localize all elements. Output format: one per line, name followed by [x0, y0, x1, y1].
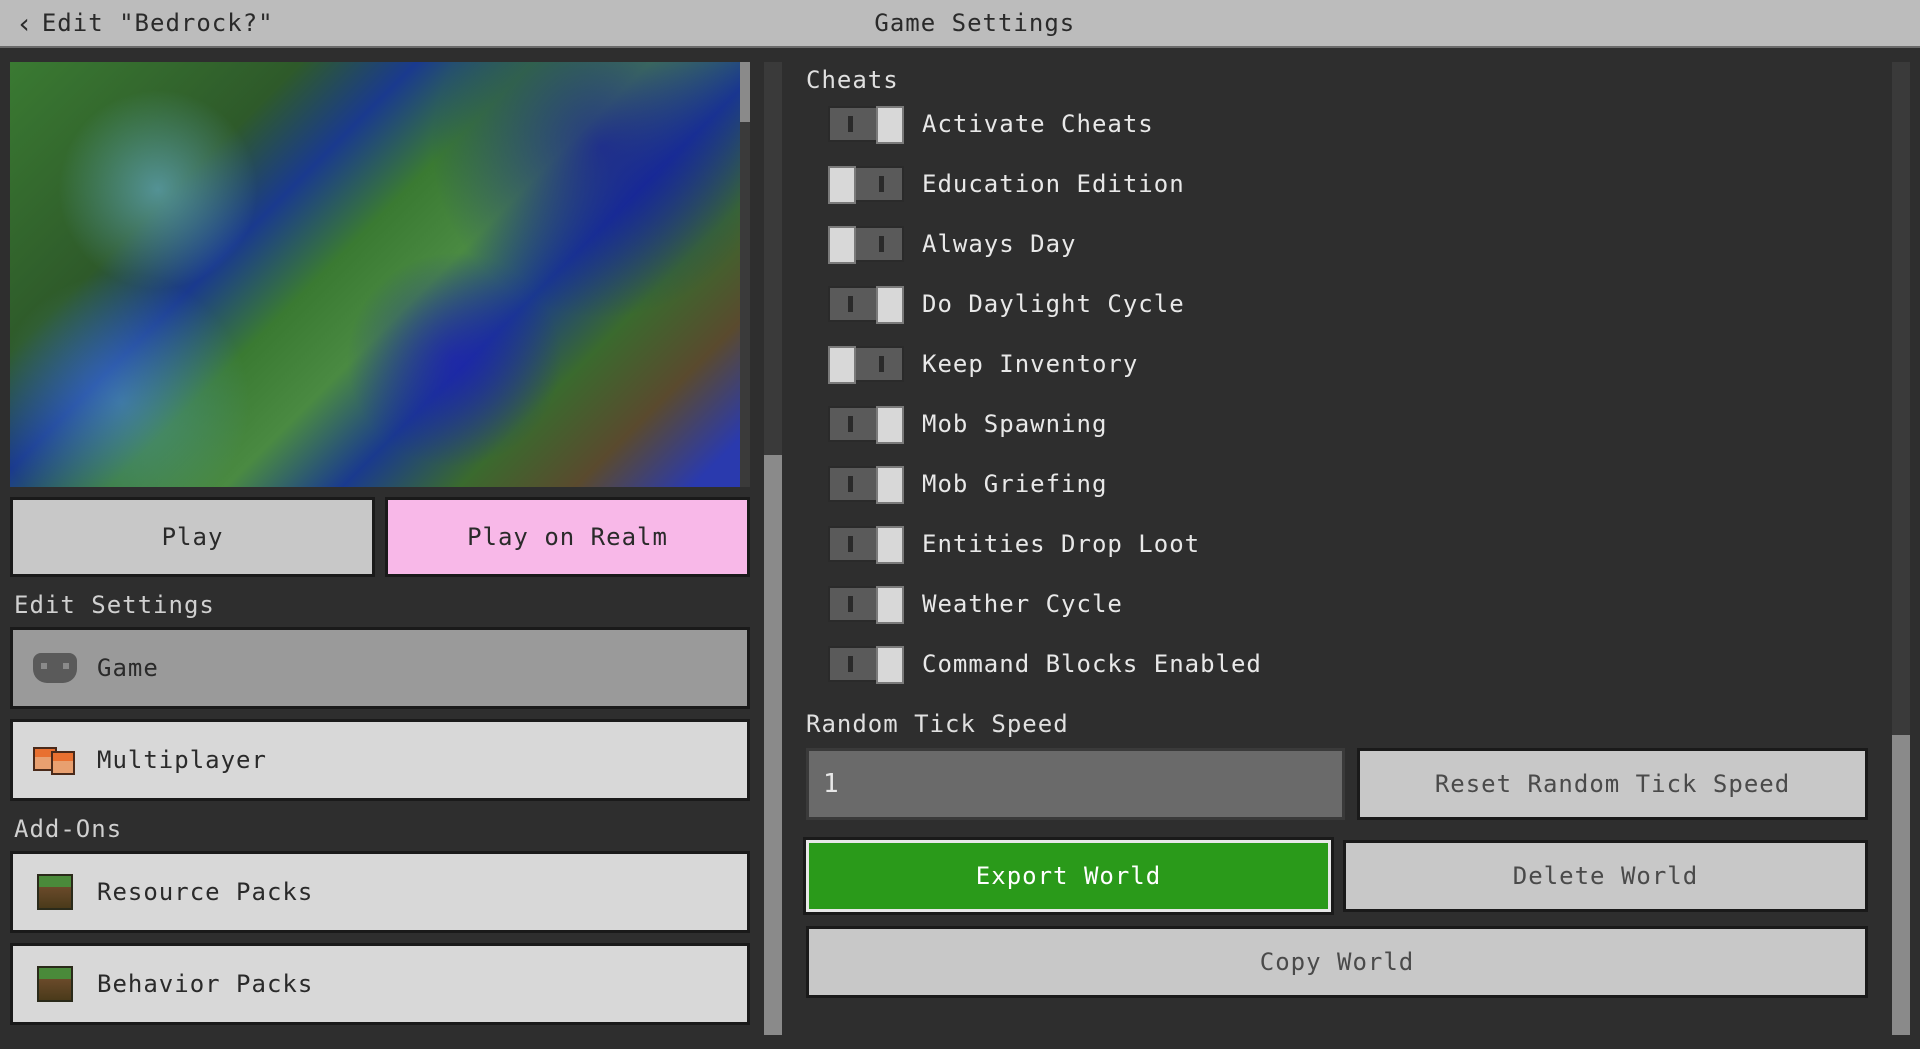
sidebar-item-resource-packs[interactable]: Resource Packs — [10, 851, 750, 933]
export-world-button[interactable]: Export World — [806, 840, 1331, 912]
play-row: Play Play on Realm — [10, 487, 750, 587]
toggle-label-keep_inventory: Keep Inventory — [922, 350, 1138, 378]
play-button[interactable]: Play — [10, 497, 375, 577]
toggle-weather_cycle[interactable] — [828, 586, 904, 622]
toggle-always_day[interactable] — [828, 226, 904, 262]
page-title: Game Settings — [290, 9, 1660, 37]
toggle-label-weather_cycle: Weather Cycle — [922, 590, 1123, 618]
sidebar-item-behavior-packs[interactable]: Behavior Packs — [10, 943, 750, 1025]
toggle-label-entities_drop_loot: Entities Drop Loot — [922, 530, 1200, 558]
toggle-mob_spawning[interactable] — [828, 406, 904, 442]
toggle-row-mob_griefing: Mob Griefing — [806, 466, 1868, 502]
sidebar-item-multiplayer[interactable]: Multiplayer — [10, 719, 750, 801]
toggle-label-education_edition: Education Edition — [922, 170, 1185, 198]
main-area: Play Play on Realm Edit Settings Game Mu… — [0, 48, 1920, 1049]
cheats-heading: Cheats — [806, 66, 1868, 94]
preview-scrollbar[interactable] — [740, 62, 750, 487]
toggle-row-always_day: Always Day — [806, 226, 1868, 262]
back-label: Edit "Bedrock?" — [42, 9, 274, 37]
sidebar-scrollbar[interactable] — [764, 62, 782, 1035]
toggle-row-keep_inventory: Keep Inventory — [806, 346, 1868, 382]
toggle-keep_inventory[interactable] — [828, 346, 904, 382]
toggles-list: Activate Cheats Education Edition Always D… — [806, 106, 1868, 706]
toggle-row-daylight_cycle: Do Daylight Cycle — [806, 286, 1868, 322]
play-on-realm-button[interactable]: Play on Realm — [385, 497, 750, 577]
toggle-row-weather_cycle: Weather Cycle — [806, 586, 1868, 622]
toggle-row-activate_cheats: Activate Cheats — [806, 106, 1868, 142]
random-tick-input[interactable]: 1 — [806, 748, 1345, 820]
controller-icon — [33, 649, 77, 687]
toggle-label-mob_spawning: Mob Spawning — [922, 410, 1107, 438]
toggle-education_edition[interactable] — [828, 166, 904, 202]
addons-label: Add-Ons — [10, 811, 750, 851]
toggle-command_blocks[interactable] — [828, 646, 904, 682]
toggle-row-command_blocks: Command Blocks Enabled — [806, 646, 1868, 682]
reset-random-tick-button[interactable]: Reset Random Tick Speed — [1357, 748, 1868, 820]
sidebar-item-game[interactable]: Game — [10, 627, 750, 709]
settings-content: Cheats Activate CheatsEducation EditionA… — [796, 62, 1878, 1035]
multiplayer-icon — [33, 741, 77, 779]
random-tick-label: Random Tick Speed — [806, 710, 1868, 738]
toggle-daylight_cycle[interactable] — [828, 286, 904, 322]
content-scrollbar[interactable] — [1892, 62, 1910, 1035]
edit-settings-label: Edit Settings — [10, 587, 750, 627]
toggle-row-entities_drop_loot: Entities Drop Loot — [806, 526, 1868, 562]
toggle-row-education_edition: Education Edition — [806, 166, 1868, 202]
title-bar: ‹ Edit "Bedrock?" Game Settings — [0, 0, 1920, 48]
world-preview-image — [10, 62, 750, 487]
grass-block-icon — [33, 873, 77, 911]
toggle-entities_drop_loot[interactable] — [828, 526, 904, 562]
toggle-label-activate_cheats: Activate Cheats — [922, 110, 1154, 138]
toggle-label-mob_griefing: Mob Griefing — [922, 470, 1107, 498]
delete-world-button[interactable]: Delete World — [1343, 840, 1868, 912]
sidebar: Play Play on Realm Edit Settings Game Mu… — [10, 62, 750, 1035]
toggle-row-mob_spawning: Mob Spawning — [806, 406, 1868, 442]
toggle-label-daylight_cycle: Do Daylight Cycle — [922, 290, 1185, 318]
toggle-activate_cheats[interactable] — [828, 106, 904, 142]
copy-world-button[interactable]: Copy World — [806, 926, 1868, 998]
toggle-label-command_blocks: Command Blocks Enabled — [922, 650, 1262, 678]
back-button[interactable]: ‹ Edit "Bedrock?" — [0, 0, 290, 46]
chevron-left-icon: ‹ — [16, 7, 34, 40]
toggle-label-always_day: Always Day — [922, 230, 1077, 258]
toggle-mob_griefing[interactable] — [828, 466, 904, 502]
grass-block-icon — [33, 965, 77, 1003]
